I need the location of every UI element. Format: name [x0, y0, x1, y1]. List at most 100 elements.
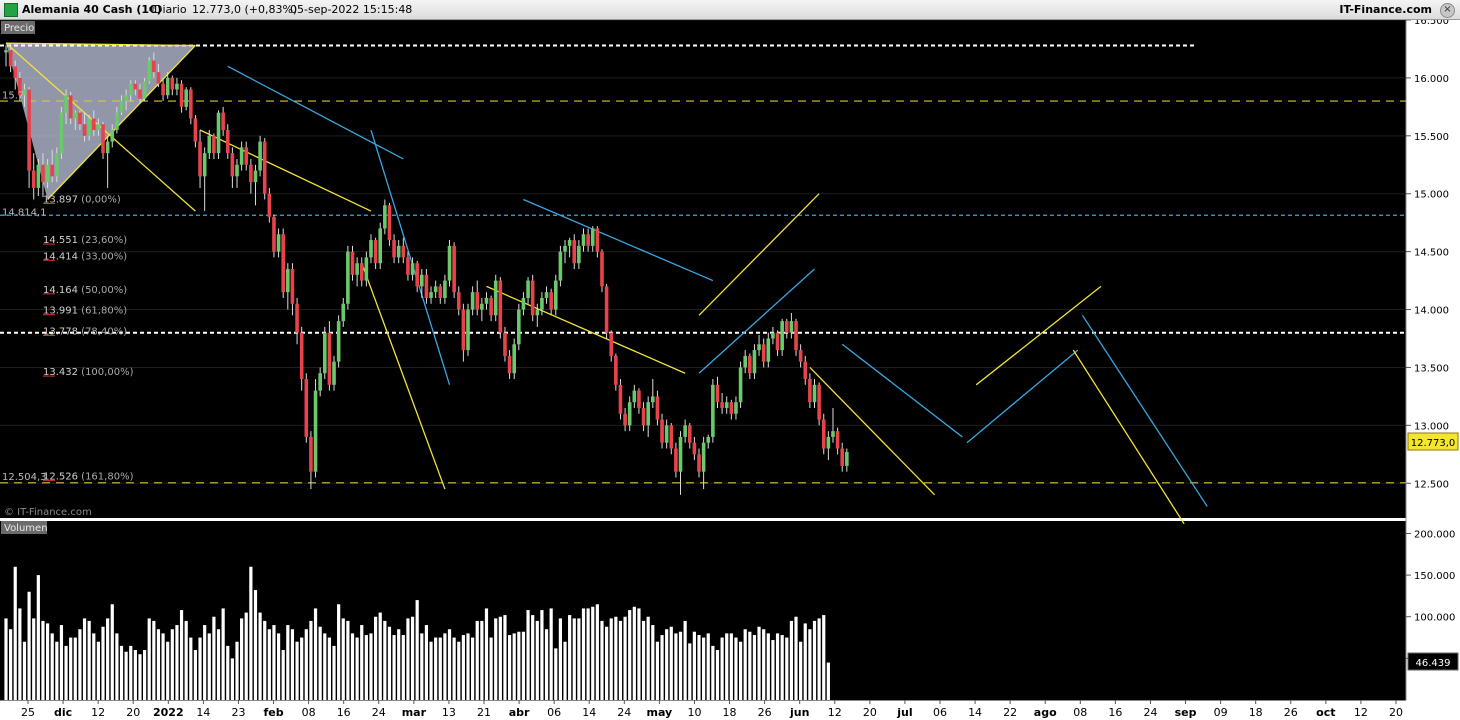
- volume-bar: [313, 608, 318, 700]
- candle-body: [470, 292, 475, 310]
- candle-body: [549, 292, 553, 310]
- candle-up: [216, 110, 221, 159]
- candle-body: [364, 257, 369, 281]
- volume-bar: [512, 633, 516, 700]
- chart-area[interactable]: 13.897 (0,00%) 14.551 (23,60%) 14.414 (33,…: [0, 20, 1460, 720]
- last-price-value: 12.773,0: [1411, 438, 1456, 449]
- volume-bar: [184, 620, 188, 700]
- volume-bar: [401, 635, 405, 700]
- volume-bar: [364, 635, 368, 700]
- candle-body: [128, 83, 133, 96]
- time-tick-label: oct: [1316, 706, 1335, 719]
- volume-bar: [683, 620, 687, 700]
- volume-bar: [272, 625, 276, 700]
- candle-body: [646, 402, 650, 426]
- volume-bar: [715, 650, 720, 700]
- volume-bar: [13, 566, 17, 700]
- candle-down: [498, 277, 503, 339]
- volume-bar: [235, 641, 239, 700]
- volume-bar: [221, 608, 225, 700]
- candle-body: [655, 396, 660, 420]
- volume-bar: [794, 616, 798, 700]
- candle-body: [198, 141, 202, 177]
- candle-body: [152, 60, 156, 73]
- candle-body: [101, 124, 105, 154]
- candle-body: [41, 164, 45, 183]
- volume-axis-bg: [1406, 521, 1460, 700]
- candle-body: [845, 451, 849, 466]
- candle-body: [272, 216, 276, 252]
- candle-body: [526, 280, 530, 298]
- volume-bar: [410, 616, 415, 700]
- close-icon[interactable]: ×: [1440, 3, 1455, 18]
- candle-body: [447, 245, 452, 281]
- volume-bar: [96, 641, 100, 700]
- volume-bar: [207, 633, 211, 700]
- volume-bar: [785, 637, 789, 700]
- volume-bar: [614, 616, 618, 700]
- time-tick-label: 16: [337, 706, 351, 719]
- volume-bar: [540, 610, 544, 700]
- volume-bar: [812, 620, 817, 700]
- time-tick-label: 25: [21, 706, 35, 719]
- volume-bar: [309, 620, 313, 700]
- candle-body: [692, 442, 697, 455]
- volume-bar: [226, 645, 230, 700]
- candle-body: [835, 431, 840, 449]
- time-tick-label: may: [647, 706, 673, 719]
- fib-level-label: 14.414 (33,00%): [43, 251, 127, 262]
- volume-bar: [669, 626, 673, 700]
- candle-body: [461, 309, 466, 351]
- candle-up: [258, 135, 262, 177]
- candle-body: [683, 425, 687, 437]
- candle-body: [73, 112, 78, 119]
- volume-bar: [32, 618, 36, 700]
- candle-body: [124, 95, 128, 102]
- volume-bar: [743, 629, 747, 700]
- volume-bar: [447, 629, 452, 700]
- volume-bar: [406, 618, 410, 700]
- fib-level-label: 13.991 (61,80%): [43, 306, 127, 317]
- candle-body: [184, 89, 188, 107]
- candle-body: [87, 118, 91, 136]
- candle-body: [678, 436, 683, 472]
- time-tick-label: 26: [1284, 706, 1298, 719]
- candle-body: [821, 419, 826, 449]
- time-tick-label: 23: [231, 706, 245, 719]
- volume-bar: [748, 631, 752, 700]
- candle-body: [387, 205, 392, 241]
- time-tick-label: 10: [687, 706, 701, 719]
- candle-body: [493, 280, 498, 316]
- volume-bar: [678, 631, 683, 700]
- volume-bar: [337, 604, 341, 700]
- candle-body: [637, 390, 641, 408]
- volume-bar: [263, 620, 267, 700]
- volume-bar: [581, 608, 586, 700]
- volume-bar: [22, 641, 27, 700]
- volume-bar: [360, 625, 364, 700]
- volume-bar: [535, 620, 539, 700]
- candle-body: [590, 228, 595, 246]
- time-tick-label: 26: [758, 706, 772, 719]
- period-selector[interactable]: Diario: [154, 0, 187, 20]
- volume-bar: [378, 612, 382, 700]
- candle-body: [355, 263, 359, 275]
- volume-bar: [64, 645, 68, 700]
- price-tick-label: 15.500: [1414, 132, 1449, 143]
- candle-body: [68, 95, 73, 119]
- candle-body: [766, 338, 771, 362]
- candle-body: [752, 350, 757, 374]
- volume-bar: [161, 633, 165, 700]
- volume-bar: [110, 604, 114, 700]
- candle-body: [521, 297, 526, 310]
- volume-bar: [706, 633, 710, 700]
- volume-bar: [374, 616, 378, 700]
- volume-bar: [558, 618, 562, 700]
- candle-body: [748, 355, 752, 374]
- last-quote: 12.773,0 (+0,83%): [192, 3, 298, 16]
- candle-body: [831, 431, 835, 437]
- candle-body: [4, 50, 8, 53]
- volume-bar: [295, 641, 299, 700]
- candle-body: [115, 112, 119, 131]
- candle-body: [604, 286, 609, 333]
